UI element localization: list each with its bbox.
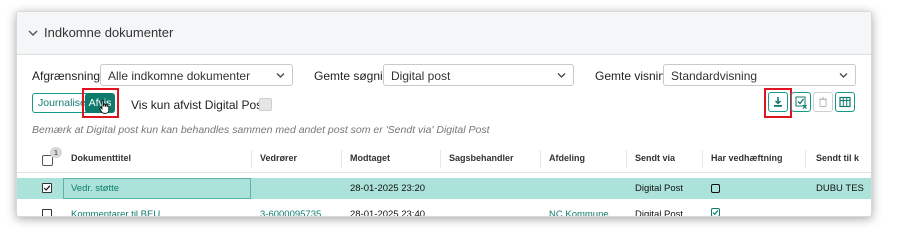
table-row[interactable]: Kommentarer til BEU 3-6000095735 28-01-2… — [17, 204, 871, 217]
attachment-check-icon — [711, 208, 720, 216]
gemte-soegninger-select[interactable]: Digital post — [383, 64, 574, 86]
table-row[interactable]: Vedr. støtte 28-01-2025 23:20 Digital Po… — [17, 178, 871, 199]
table-columns-icon — [839, 96, 851, 108]
check-cross-icon — [795, 96, 807, 109]
column-divider — [702, 150, 703, 168]
panel-title: Indkomne dokumenter — [44, 25, 174, 40]
column-divider — [805, 150, 806, 168]
row-checkbox[interactable] — [42, 209, 52, 216]
row-afdeling[interactable]: NC Kommune — [549, 209, 609, 216]
vis-kun-afvist-checkbox[interactable] — [259, 98, 272, 111]
column-header-har-vedhaeftning[interactable]: Har vedhæftning — [711, 153, 783, 163]
chevron-down-icon — [276, 73, 285, 78]
column-header-sagsbehandler[interactable]: Sagsbehandler — [449, 153, 514, 163]
column-settings-button[interactable] — [835, 92, 855, 112]
digital-post-note: Bemærk at Digital post kun kan behandles… — [32, 124, 490, 136]
afgraensning-select[interactable]: Alle indkomne dokumenter — [100, 64, 293, 86]
trash-icon — [819, 97, 827, 107]
delete-button[interactable] — [813, 92, 833, 112]
afgraensning-value: Alle indkomne dokumenter — [108, 69, 251, 83]
checkmark-icon — [43, 185, 51, 191]
column-header-modtaget[interactable]: Modtaget — [350, 153, 390, 163]
chevron-down-icon[interactable] — [27, 27, 39, 39]
row-sendt-til: DUBU TES — [816, 183, 864, 194]
column-header-afdeling[interactable]: Afdeling — [549, 153, 585, 163]
column-divider — [341, 150, 342, 168]
column-divider — [440, 150, 441, 168]
row-checkbox[interactable] — [42, 183, 52, 193]
incoming-documents-panel: Indkomne dokumenter Afgrænsning Alle ind… — [16, 11, 872, 217]
column-divider — [540, 150, 541, 168]
gemte-visninger-value: Standardvisning — [671, 69, 758, 83]
attachment-empty-icon — [711, 184, 720, 193]
gemte-soegninger-value: Digital post — [391, 69, 451, 83]
row-modtaget: 28-01-2025 23:20 — [350, 183, 426, 194]
row-title[interactable]: Vedr. støtte — [71, 183, 119, 194]
column-divider — [251, 150, 252, 168]
column-header-sendt-via[interactable]: Sendt via — [635, 153, 675, 163]
column-header-sendt-til[interactable]: Sendt til k — [816, 153, 859, 163]
column-header-dokumenttitel[interactable]: Dokumenttitel — [71, 153, 131, 163]
selected-count-badge: 1 — [50, 147, 62, 158]
gemte-visninger-select[interactable]: Standardvisning — [663, 64, 856, 86]
chevron-down-icon — [557, 73, 566, 78]
row-sendt-via: Digital Post — [635, 183, 684, 194]
chevron-down-icon — [839, 73, 848, 78]
row-sendt-via: Digital Post — [635, 209, 684, 217]
vis-kun-afvist-label: Vis kun afvist Digital Post — [131, 98, 266, 112]
download-highlight — [764, 88, 792, 118]
afgraensning-label: Afgrænsning — [32, 69, 101, 83]
row-vedroerer[interactable]: 3-6000095735 — [260, 209, 321, 216]
row-title[interactable]: Kommentarer til BEU — [71, 209, 160, 216]
panel-header[interactable]: Indkomne dokumenter — [17, 12, 871, 55]
column-divider — [626, 150, 627, 168]
row-modtaget: 28-01-2025 23:40 — [350, 209, 426, 217]
hand-cursor-icon — [99, 100, 110, 114]
approve-reject-button[interactable] — [791, 92, 811, 112]
column-header-vedroerer[interactable]: Vedrører — [260, 153, 297, 163]
table-header: 1 Dokumenttitel Vedrører Modtaget Sagsbe… — [17, 144, 871, 173]
